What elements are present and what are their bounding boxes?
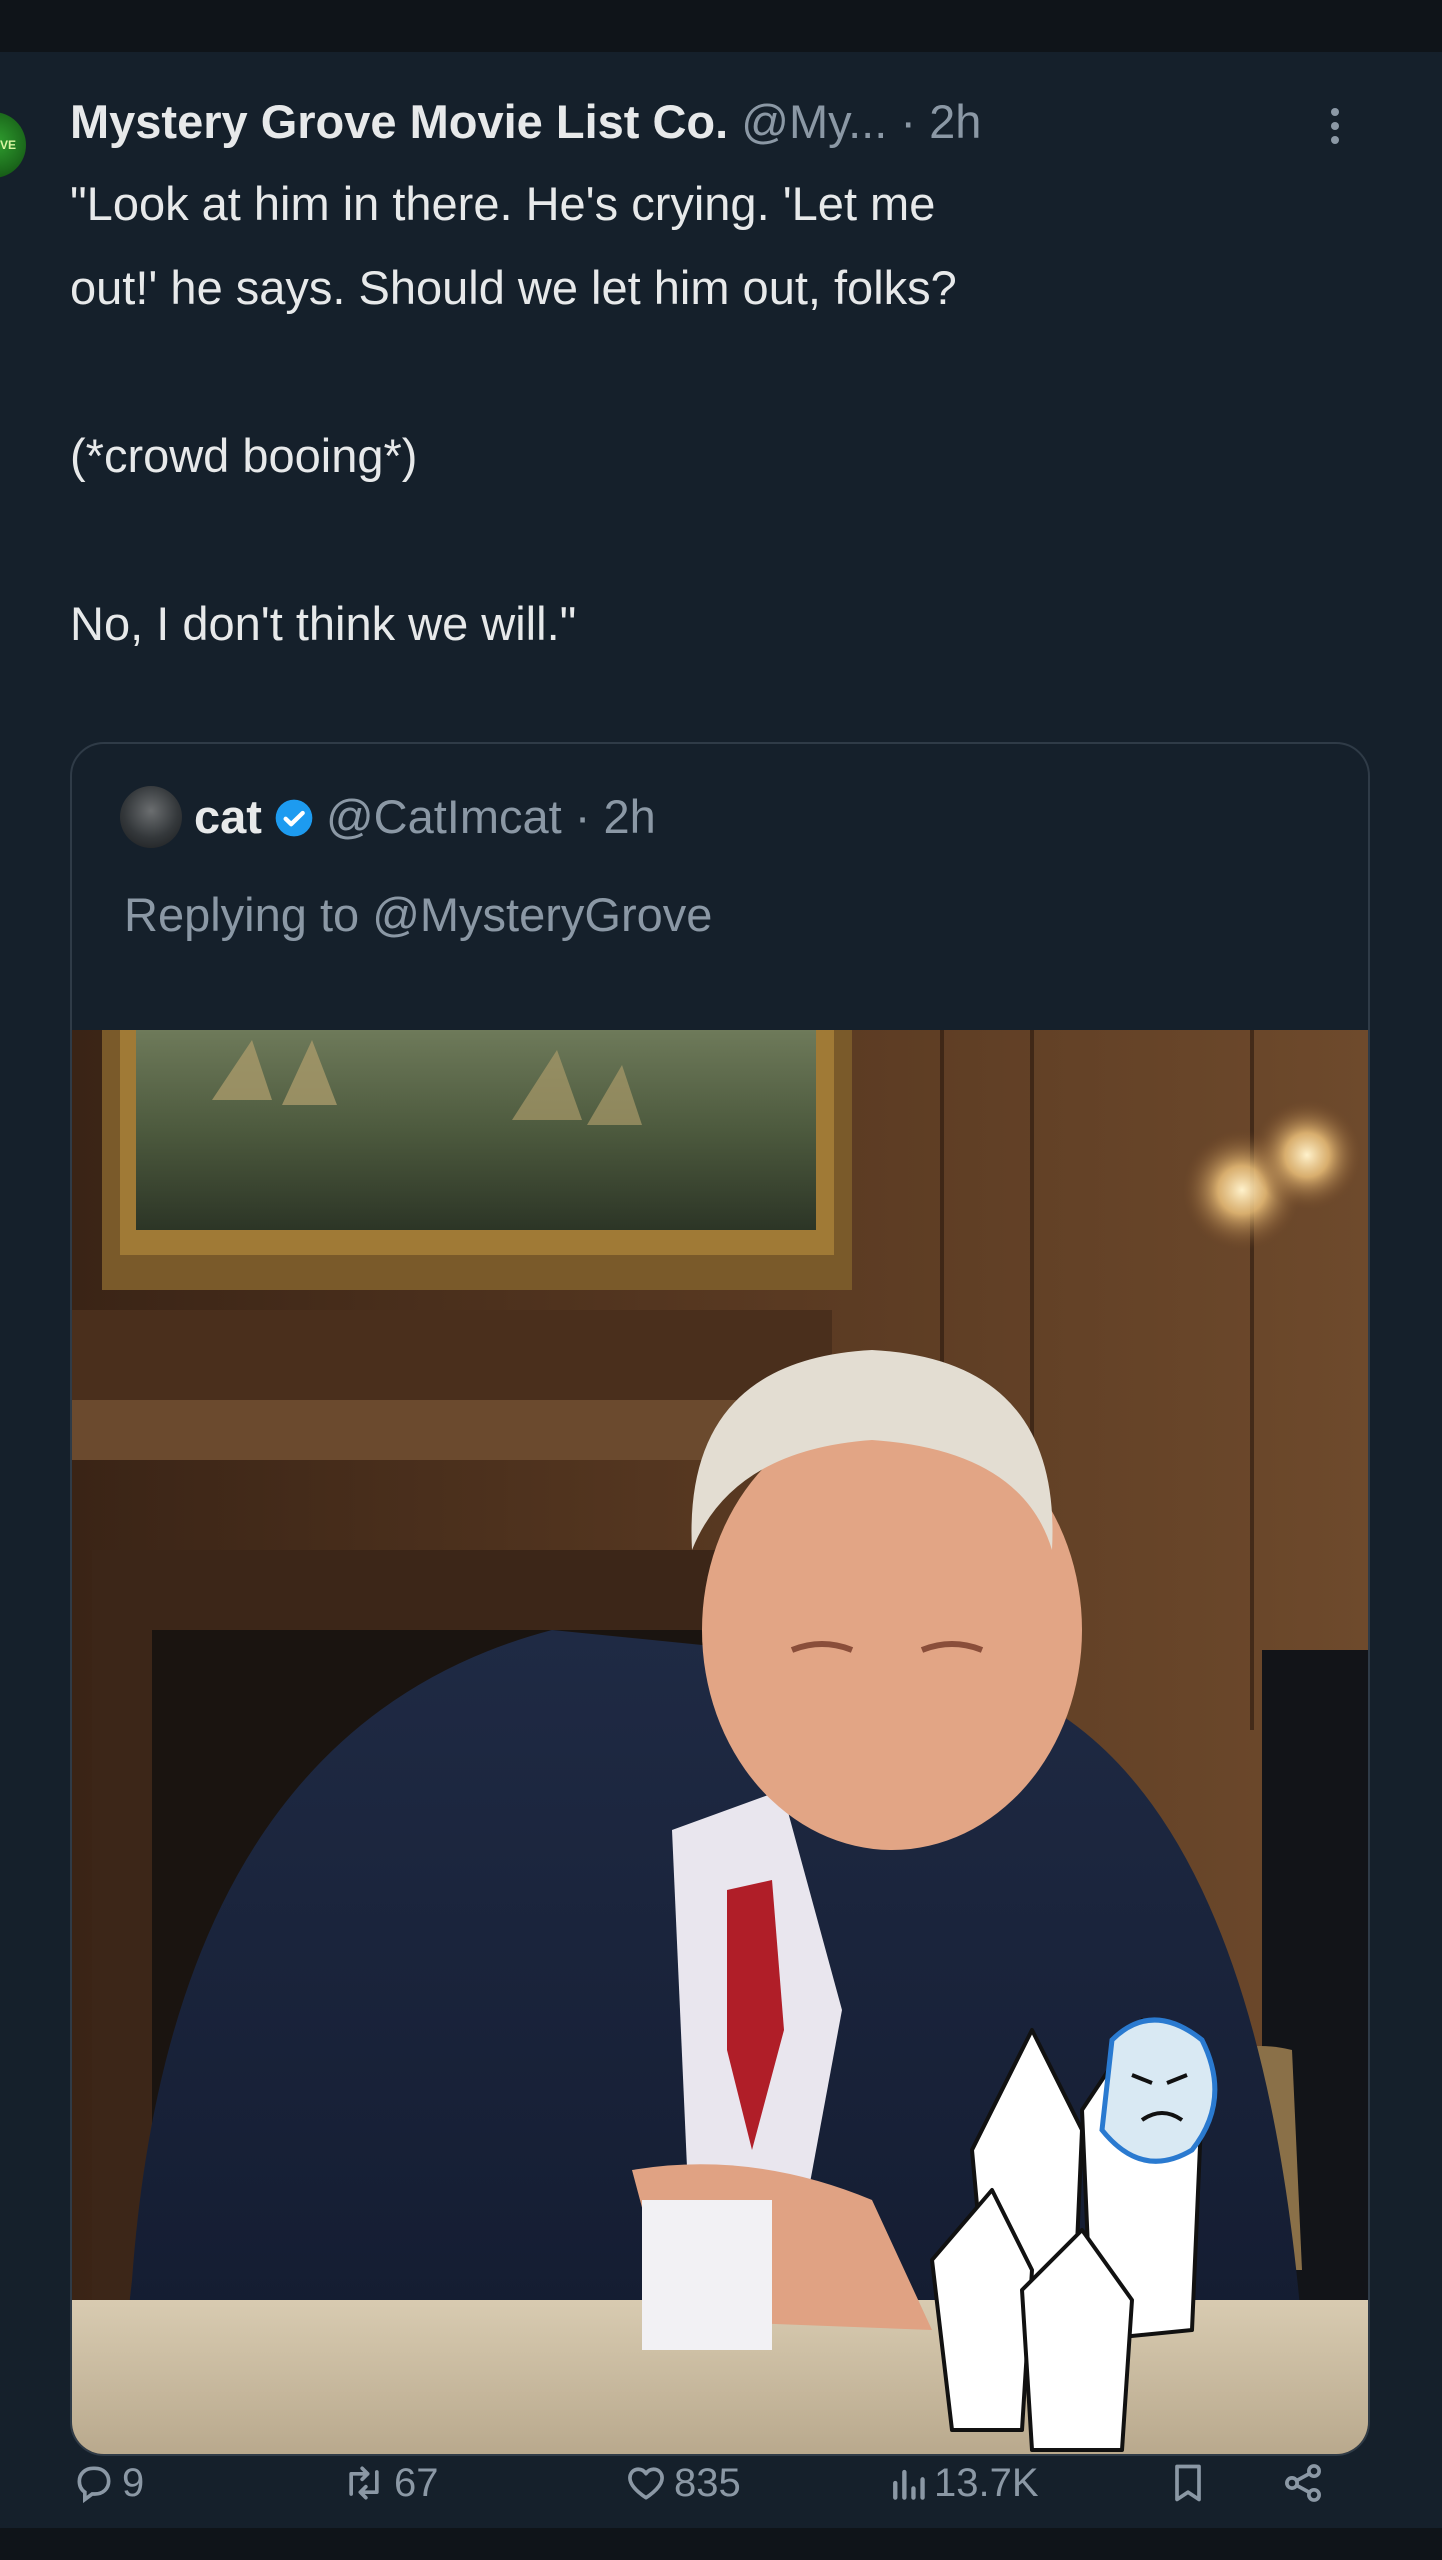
quoted-tweet-photo[interactable] [72, 1030, 1368, 2454]
repost-count: 67 [394, 2460, 439, 2505]
photo-illustration [72, 1030, 1368, 2454]
bookmark-button[interactable] [1166, 2448, 1210, 2518]
quoted-author-handle[interactable]: @CatImcat [326, 790, 562, 843]
reply-icon [77, 2466, 111, 2504]
reply-count: 9 [122, 2460, 145, 2505]
reply-button[interactable]: 9 [72, 2448, 144, 2518]
like-count: 835 [674, 2460, 741, 2505]
tweet-text-line [70, 498, 1350, 582]
tweet-text-line: "Look at him in there. He's crying. 'Let… [70, 177, 936, 230]
quoted-author-avatar[interactable] [120, 786, 182, 848]
tweet-text-line: No, I don't think we will." [70, 597, 577, 650]
share-icon [1285, 2464, 1321, 2502]
more-icon[interactable] [1320, 102, 1350, 162]
quoted-tweet-time[interactable]: · 2h [575, 790, 656, 843]
top-status-strip [0, 0, 1442, 52]
repost-icon [349, 2466, 379, 2500]
tweet-text: "Look at him in there. He's crying. 'Let… [70, 162, 1350, 666]
like-button[interactable]: 835 [624, 2448, 741, 2518]
like-icon [628, 2467, 664, 2500]
tweet-text-line [70, 330, 1350, 414]
avatar-text: VE [0, 138, 17, 152]
tweet-header: Mystery Grove Movie List Co. @My... · 2h [70, 90, 1370, 154]
views-count: 13.7K [934, 2460, 1039, 2505]
bookmark-icon [1175, 2464, 1201, 2502]
author-handle[interactable]: @My... [741, 95, 887, 148]
verified-badge-icon [275, 799, 313, 836]
quoted-author-name[interactable]: cat [194, 790, 262, 843]
tweet[interactable]: VE Mystery Grove Movie List Co. @My... ·… [0, 52, 1442, 2528]
author-avatar[interactable]: VE [0, 112, 26, 178]
views-icon [893, 2469, 925, 2500]
quoted-tweet-header: cat @CatImcat · 2h [194, 784, 656, 850]
tweet-text-line: (*crowd booing*) [70, 429, 418, 482]
replying-to-label[interactable]: Replying to @MysteryGrove [124, 882, 712, 948]
quoted-tweet[interactable]: cat @CatImcat · 2h Replying to @MysteryG… [70, 742, 1370, 2456]
tweet-text-line: out!' he says. Should we let him out, fo… [70, 261, 957, 314]
bottom-strip [0, 2528, 1442, 2560]
views-button[interactable]: 13.7K [888, 2448, 1039, 2518]
author-display-name[interactable]: Mystery Grove Movie List Co. [70, 95, 728, 148]
tweet-time[interactable]: · 2h [900, 95, 981, 148]
share-button[interactable] [1280, 2448, 1326, 2518]
repost-button[interactable]: 67 [340, 2448, 439, 2518]
